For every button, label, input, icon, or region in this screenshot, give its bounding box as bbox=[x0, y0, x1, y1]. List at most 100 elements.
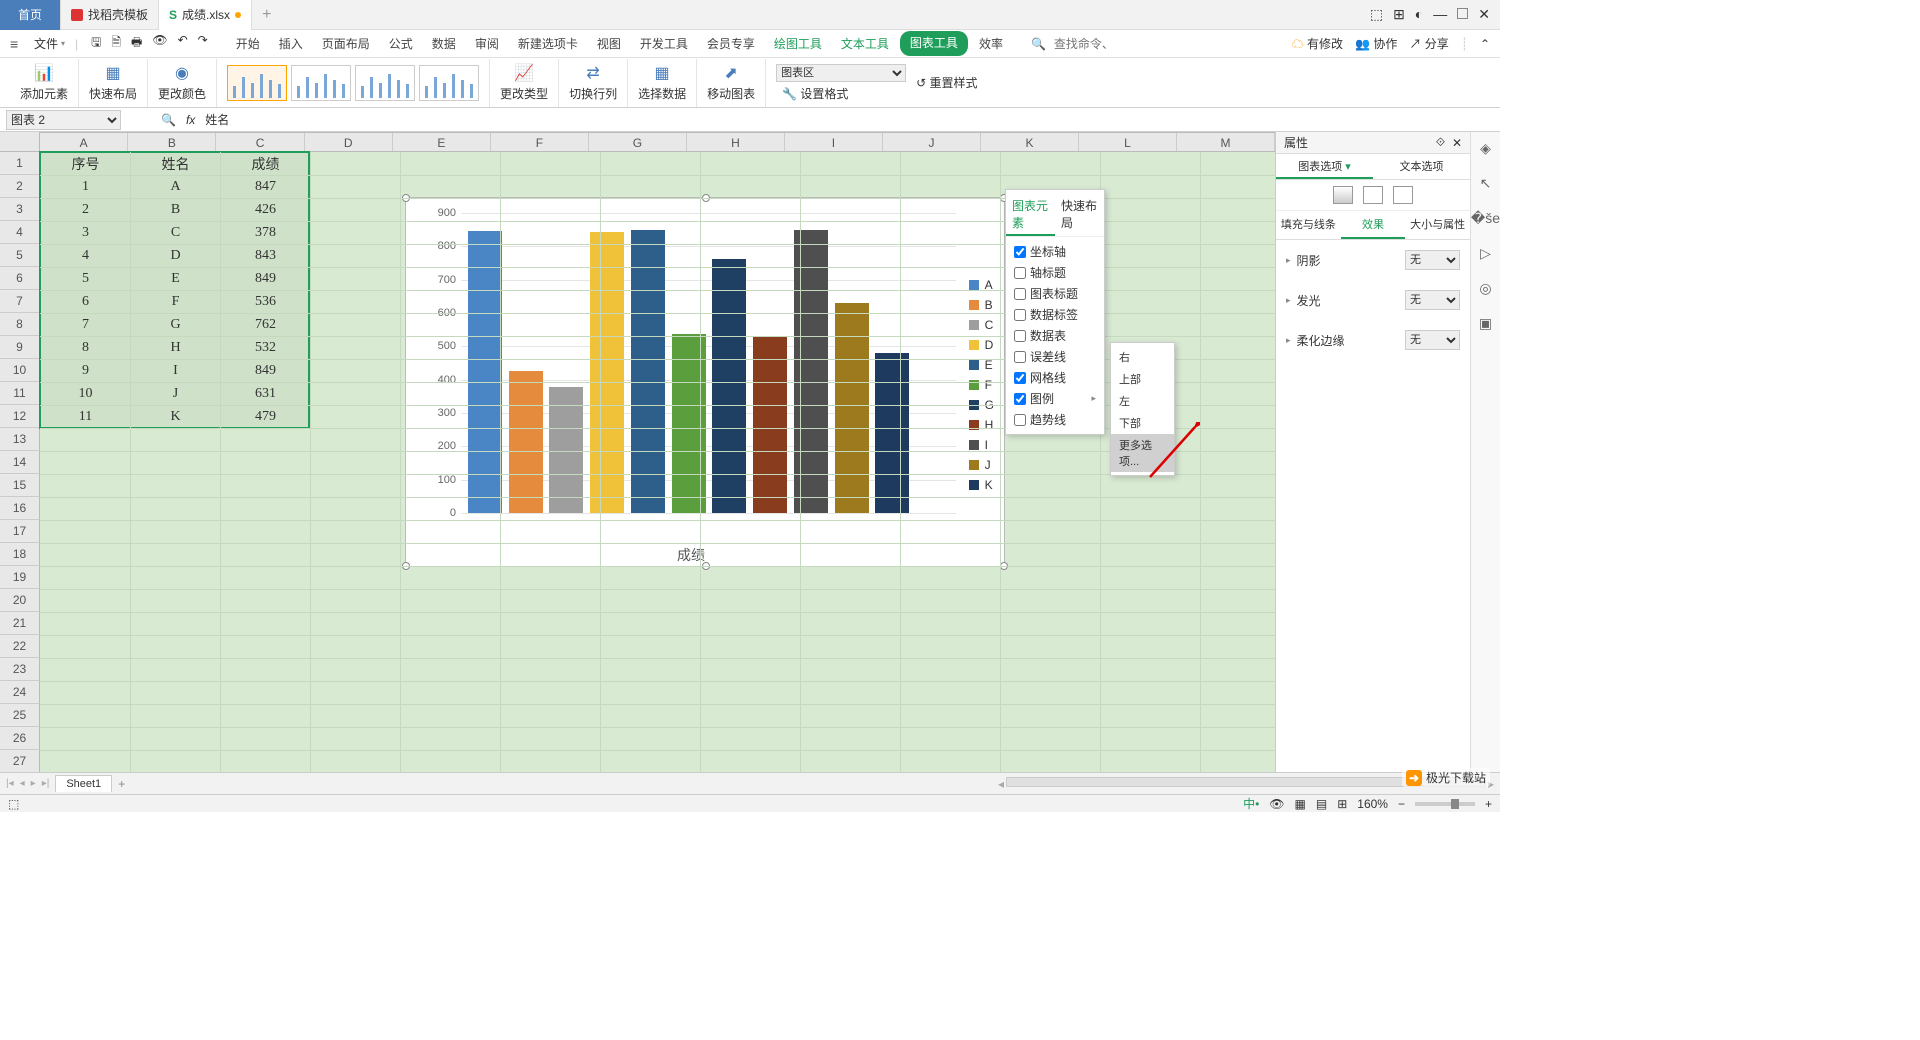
shadow-select[interactable]: 无 bbox=[1405, 250, 1460, 270]
maximize-icon[interactable] bbox=[1457, 6, 1468, 23]
format-link[interactable]: 🔧 设置格式 bbox=[782, 85, 906, 102]
table-cell[interactable]: 426 bbox=[221, 199, 311, 222]
prop-shadow[interactable]: ▸阴影无 bbox=[1276, 240, 1470, 280]
soft-select[interactable]: 无 bbox=[1405, 330, 1460, 350]
row-header[interactable]: 17 bbox=[0, 520, 40, 543]
row-headers[interactable]: 1234567891011121314151617181920212223242… bbox=[0, 152, 40, 772]
size-icon[interactable] bbox=[1393, 186, 1413, 204]
tab-data[interactable]: 数据 bbox=[424, 31, 464, 56]
table-cell[interactable]: 532 bbox=[221, 337, 311, 360]
legend-item[interactable]: J bbox=[969, 458, 994, 472]
tab-vip[interactable]: 会员专享 bbox=[699, 31, 763, 56]
chart-bar[interactable] bbox=[509, 371, 543, 513]
sheet-nav-first[interactable]: |◂ bbox=[6, 778, 14, 789]
change-color-button[interactable]: ◉更改颜色 bbox=[148, 59, 217, 107]
table-cell[interactable]: C bbox=[131, 222, 221, 245]
rtool-box-icon[interactable]: ▣ bbox=[1479, 315, 1492, 332]
col-header[interactable]: G bbox=[589, 133, 687, 151]
minimize-icon[interactable]: — bbox=[1433, 6, 1447, 23]
chart-element-checkbox[interactable]: 轴标题 bbox=[1006, 262, 1104, 283]
cancel-fx-icon[interactable]: 🔍 bbox=[161, 113, 176, 127]
avatar-icon[interactable]: ◐ bbox=[1415, 6, 1423, 23]
table-header-cell[interactable]: 成绩 bbox=[221, 153, 311, 176]
select-all-corner[interactable] bbox=[0, 132, 40, 152]
coop-button[interactable]: 👥 协作 bbox=[1355, 35, 1397, 52]
table-cell[interactable]: D bbox=[131, 245, 221, 268]
zoom-in-icon[interactable]: + bbox=[1485, 797, 1492, 811]
legend-pos-item[interactable]: 上部 bbox=[1111, 368, 1174, 390]
row-header[interactable]: 2 bbox=[0, 175, 40, 198]
print-icon[interactable]: 🖶 bbox=[131, 33, 142, 54]
table-cell[interactable]: 5 bbox=[41, 268, 131, 291]
row-header[interactable]: 12 bbox=[0, 405, 40, 428]
select-data-button[interactable]: ▦选择数据 bbox=[628, 59, 697, 107]
tab-templates[interactable]: 找稻壳模板 bbox=[61, 0, 159, 30]
tab-formula[interactable]: 公式 bbox=[381, 31, 421, 56]
col-header[interactable]: J bbox=[883, 133, 981, 151]
col-header[interactable]: H bbox=[687, 133, 785, 151]
table-cell[interactable]: 4 bbox=[41, 245, 131, 268]
view-normal-icon[interactable]: ▦ bbox=[1295, 797, 1306, 811]
tab-insert[interactable]: 插入 bbox=[271, 31, 311, 56]
share-button[interactable]: ↗ 分享 bbox=[1409, 35, 1448, 52]
legend-pos-item[interactable]: 更多选项... bbox=[1111, 434, 1174, 472]
tab-start[interactable]: 开始 bbox=[228, 31, 268, 56]
row-header[interactable]: 19 bbox=[0, 566, 40, 589]
col-header[interactable]: L bbox=[1079, 133, 1177, 151]
table-cell[interactable]: I bbox=[131, 360, 221, 383]
row-header[interactable]: 26 bbox=[0, 727, 40, 750]
hscroll-left[interactable]: ◂ bbox=[998, 777, 1004, 791]
chart-element-checkbox[interactable]: 图表标题 bbox=[1006, 283, 1104, 304]
table-cell[interactable]: 849 bbox=[221, 360, 311, 383]
tab-review[interactable]: 审阅 bbox=[467, 31, 507, 56]
burger-icon[interactable] bbox=[10, 36, 24, 52]
prop-glow[interactable]: ▸发光无 bbox=[1276, 280, 1470, 320]
row-header[interactable]: 7 bbox=[0, 290, 40, 313]
tab-add[interactable]: + bbox=[252, 6, 281, 24]
rtool-select-icon[interactable]: ↖ bbox=[1480, 175, 1492, 192]
legend-item[interactable]: E bbox=[969, 358, 994, 372]
table-cell[interactable]: 631 bbox=[221, 383, 311, 406]
preview-icon[interactable]: 👁 bbox=[152, 33, 167, 54]
panel-tab-text[interactable]: 文本选项 bbox=[1373, 154, 1470, 179]
style-thumb-2[interactable] bbox=[291, 65, 351, 101]
popup-tab-elements[interactable]: 图表元素 bbox=[1006, 194, 1055, 236]
table-cell[interactable]: 6 bbox=[41, 291, 131, 314]
legend-item[interactable]: D bbox=[969, 338, 994, 352]
tab-home[interactable]: 首页 bbox=[0, 0, 61, 30]
view-page-icon[interactable]: ▤ bbox=[1316, 797, 1327, 811]
chart-element-checkbox[interactable]: 趋势线 bbox=[1006, 409, 1104, 430]
row-header[interactable]: 18 bbox=[0, 543, 40, 566]
chart-element-checkbox[interactable]: 图例 bbox=[1006, 388, 1104, 409]
file-menu[interactable]: 文件 bbox=[29, 35, 70, 52]
cloud-status[interactable]: ☁ 有修改 bbox=[1292, 35, 1343, 52]
table-header-cell[interactable]: 姓名 bbox=[131, 153, 221, 176]
table-cell[interactable]: 9 bbox=[41, 360, 131, 383]
table-cell[interactable]: 378 bbox=[221, 222, 311, 245]
table-cell[interactable]: G bbox=[131, 314, 221, 337]
table-cell[interactable]: 479 bbox=[221, 406, 311, 429]
chart-bar[interactable] bbox=[753, 336, 787, 513]
sheet-add[interactable]: + bbox=[118, 777, 125, 791]
tab-draw[interactable]: 绘图工具 bbox=[766, 31, 830, 56]
row-header[interactable]: 15 bbox=[0, 474, 40, 497]
subtab-fill[interactable]: 填充与线条 bbox=[1276, 211, 1341, 239]
row-header[interactable]: 23 bbox=[0, 658, 40, 681]
chart-element-checkbox[interactable]: 网格线 bbox=[1006, 367, 1104, 388]
zoom-out-icon[interactable]: − bbox=[1398, 797, 1405, 811]
tab-text[interactable]: 文本工具 bbox=[833, 31, 897, 56]
legend-item[interactable]: I bbox=[969, 438, 994, 452]
zoom-value[interactable]: 160% bbox=[1357, 797, 1388, 811]
chart-area-combo[interactable]: 图表区 bbox=[776, 64, 906, 82]
row-header[interactable]: 21 bbox=[0, 612, 40, 635]
reset-link[interactable]: ↺ 重置样式 bbox=[916, 74, 977, 91]
row-header[interactable]: 11 bbox=[0, 382, 40, 405]
collapse-icon[interactable]: ⌃ bbox=[1480, 37, 1490, 51]
popup-tab-layout[interactable]: 快速布局 bbox=[1055, 194, 1104, 236]
chart-bar[interactable] bbox=[875, 353, 909, 513]
table-cell[interactable]: 843 bbox=[221, 245, 311, 268]
search-icon[interactable]: 🔍 bbox=[1031, 37, 1046, 51]
formula-input[interactable] bbox=[205, 113, 405, 127]
sheet-tab-1[interactable]: Sheet1 bbox=[55, 775, 112, 792]
panel-tab-chart[interactable]: 图表选项 ▾ bbox=[1276, 154, 1373, 179]
